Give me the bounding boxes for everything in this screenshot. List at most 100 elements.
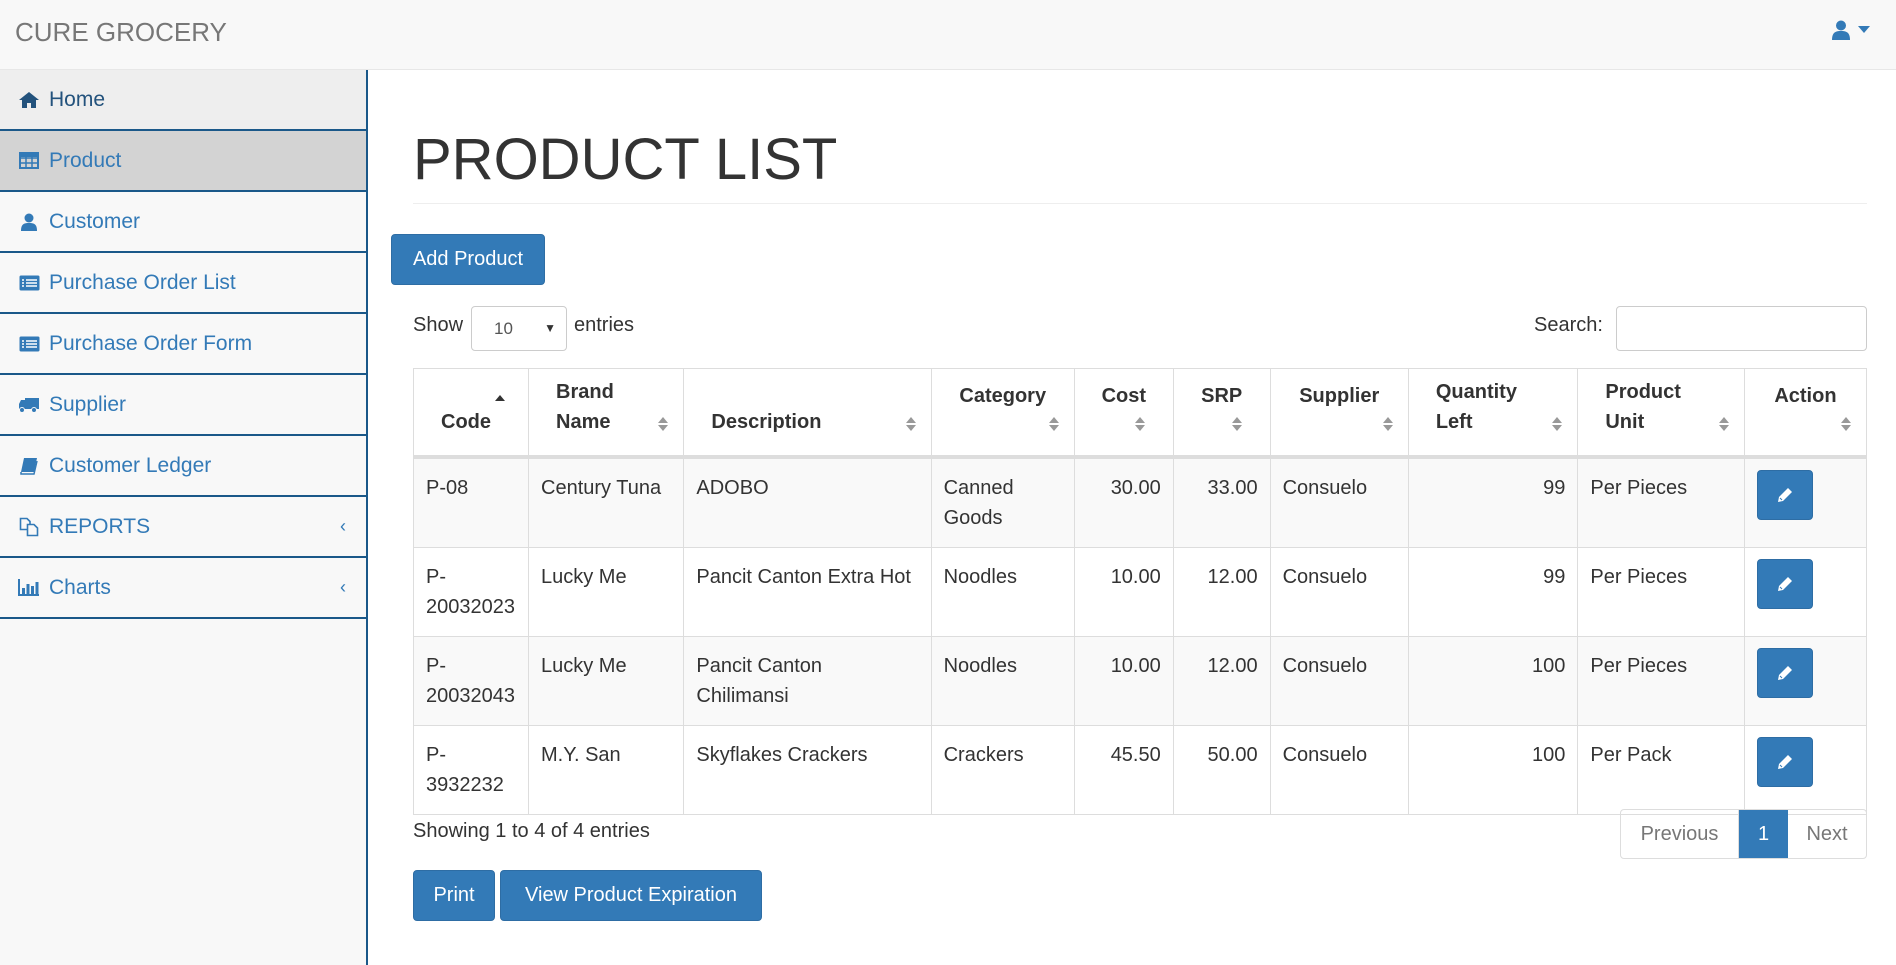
cell-supplier: Consuelo: [1269, 456, 1409, 548]
cell-product-unit: Per Pieces: [1577, 456, 1745, 548]
edit-product-button[interactable]: [1756, 647, 1813, 698]
sort-icon: [658, 416, 669, 431]
edit-product-button[interactable]: [1756, 469, 1813, 520]
sidebar-item-supplier[interactable]: Supplier: [0, 375, 366, 436]
chevron-left-icon: ‹: [340, 577, 346, 597]
table-body: P-08 Century Tuna ADOBO Canned Goods 30.00 33…: [413, 456, 1868, 815]
view-product-expiration-button[interactable]: View Product Expiration: [500, 870, 762, 921]
cell-product-unit: Per Pieces: [1577, 635, 1745, 726]
entries-per-page-select[interactable]: 10 ▼: [471, 306, 567, 351]
sort-icon: [905, 416, 916, 431]
cell-quantity-left: 99: [1407, 546, 1579, 637]
cell-brand-name: Century Tuna: [527, 456, 685, 548]
column-header-product-unit[interactable]: Product Unit: [1577, 368, 1745, 459]
sidebar-item-label: Supplier: [49, 392, 127, 416]
entries-label: entries: [574, 314, 635, 336]
cell-quantity-left: 100: [1407, 724, 1579, 815]
book-icon: [18, 455, 40, 477]
cell-code: P-20032023: [413, 546, 529, 637]
sidebar-item-label: Product: [49, 148, 122, 172]
user-icon: [1832, 20, 1850, 40]
column-header-description[interactable]: Description: [683, 368, 932, 459]
brand-title[interactable]: CURE GROCERY: [15, 17, 227, 47]
cell-action: [1743, 456, 1868, 548]
sidebar-item-label: REPORTS: [49, 514, 151, 538]
search-input[interactable]: [1616, 306, 1867, 351]
sidebar-item-product[interactable]: Product: [0, 131, 366, 192]
show-label: Show: [413, 314, 464, 336]
truck-icon: [18, 394, 40, 416]
table-icon: [18, 150, 40, 172]
sidebar: Home Product Customer Purchase Order Lis…: [0, 70, 368, 965]
column-header-srp[interactable]: SRP: [1172, 368, 1271, 459]
pagination: Previous 1 Next: [1620, 809, 1867, 859]
user-icon: [18, 211, 40, 233]
cell-supplier: Consuelo: [1269, 546, 1409, 637]
sidebar-item-home[interactable]: Home: [0, 70, 366, 131]
sidebar-item-label: Home: [49, 87, 106, 111]
cell-supplier: Consuelo: [1269, 724, 1409, 815]
entries-per-page-value: 10: [494, 318, 513, 338]
cell-category: Crackers: [930, 724, 1075, 815]
sort-icon: [1718, 416, 1729, 431]
sidebar-item-customer[interactable]: Customer: [0, 192, 366, 253]
print-button[interactable]: Print: [413, 870, 495, 921]
cell-srp: 12.00: [1172, 546, 1271, 637]
table-row: P-20032043 Lucky Me Pancit Canton Chiliman…: [413, 635, 1868, 726]
cell-category: Noodles: [930, 546, 1075, 637]
cell-description: ADOBO: [683, 456, 932, 548]
sort-icon: [1231, 416, 1242, 431]
edit-product-button[interactable]: [1756, 558, 1813, 609]
cell-code: P-3932232: [413, 724, 529, 815]
sidebar-item-purchase-order-list[interactable]: Purchase Order List: [0, 253, 366, 314]
cell-code: P-08: [413, 456, 529, 548]
sort-ascending-icon: [495, 394, 505, 401]
table-row: P-3932232 M.Y. San Skyflakes Crackers Crack…: [413, 724, 1868, 815]
column-header-brand-name[interactable]: Brand Name: [527, 368, 685, 459]
pagination-next[interactable]: Next: [1788, 810, 1866, 858]
column-header-supplier[interactable]: Supplier: [1269, 368, 1409, 459]
sidebar-item-reports[interactable]: REPORTS ‹: [0, 497, 366, 558]
pagination-page-current[interactable]: 1: [1739, 810, 1788, 858]
cell-quantity-left: 99: [1407, 456, 1579, 548]
sort-icon: [1841, 416, 1851, 431]
column-header-action[interactable]: Action: [1743, 368, 1868, 459]
add-product-button[interactable]: Add Product: [391, 234, 545, 285]
pencil-icon: [1777, 487, 1792, 502]
table-info: Showing 1 to 4 of 4 entries: [413, 820, 650, 842]
sidebar-item-label: Charts: [49, 575, 111, 599]
list-alt-icon: [18, 333, 40, 355]
cell-category: Canned Goods: [930, 456, 1075, 548]
page-title: PRODUCT LIST: [413, 127, 838, 192]
cell-brand-name: M.Y. San: [527, 724, 685, 815]
cell-product-unit: Per Pieces: [1577, 546, 1745, 637]
search-label: Search:: [1534, 314, 1603, 336]
cell-srp: 33.00: [1172, 456, 1271, 548]
pagination-previous[interactable]: Previous: [1621, 810, 1739, 858]
cell-category: Noodles: [930, 635, 1075, 726]
cell-action: [1743, 724, 1868, 815]
select-caret-icon: ▼: [544, 321, 556, 335]
sidebar-item-charts[interactable]: Charts ‹: [0, 558, 366, 619]
user-menu-button[interactable]: [1832, 20, 1870, 40]
column-header-category[interactable]: Category: [930, 368, 1075, 459]
sidebar-item-customer-ledger[interactable]: Customer Ledger: [0, 436, 366, 497]
chevron-left-icon: ‹: [340, 516, 346, 536]
bar-chart-icon: [18, 577, 40, 599]
column-header-cost[interactable]: Cost: [1073, 368, 1174, 459]
cell-srp: 50.00: [1172, 724, 1271, 815]
cell-cost: 45.50: [1073, 724, 1174, 815]
sidebar-item-label: Customer: [49, 209, 141, 233]
pencil-icon: [1777, 754, 1792, 769]
column-header-quantity-left[interactable]: Quantity Left: [1407, 368, 1579, 459]
edit-product-button[interactable]: [1756, 736, 1813, 787]
column-header-code[interactable]: Code: [413, 368, 529, 459]
cell-description: Pancit Canton Chilimansi: [683, 635, 932, 726]
sort-icon: [1552, 416, 1563, 431]
table-header-row: Code Brand Name Description Category Cos…: [413, 368, 1868, 459]
copy-icon: [18, 516, 40, 538]
cell-cost: 10.00: [1073, 546, 1174, 637]
sidebar-item-purchase-order-form[interactable]: Purchase Order Form: [0, 314, 366, 375]
list-alt-icon: [18, 272, 40, 294]
sidebar-item-label: Purchase Order Form: [49, 331, 253, 355]
